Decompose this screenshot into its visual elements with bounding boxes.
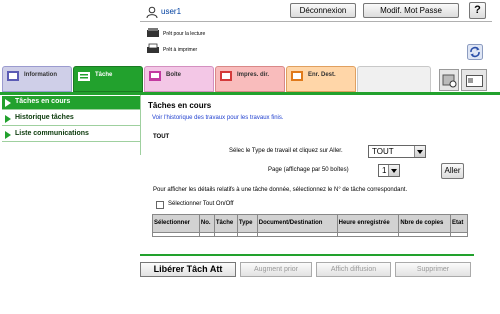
table-header-row: Sélectionner No. Tâche Type Document/Des… [152, 214, 469, 233]
show-diffusion-button[interactable]: Affich diffusion [316, 262, 391, 277]
tab-label: Enr. Dest. [308, 72, 336, 78]
tab-direct-print[interactable]: Impres. dir. [215, 66, 285, 92]
page-value: 1 [382, 166, 387, 175]
arrow-right-icon [5, 99, 11, 107]
tab-label: Information [24, 72, 57, 78]
store-address-icon [291, 71, 303, 81]
page-title: Tâches en cours [148, 101, 212, 110]
select-all-checkbox[interactable] [156, 201, 164, 209]
info-icon [7, 71, 19, 81]
arrow-right-icon [5, 131, 11, 139]
chevron-down-icon [414, 146, 425, 157]
print-status: Prêt à imprimer [163, 47, 198, 53]
scan-status: Prêt pour la lecture [163, 31, 206, 37]
sidebar-item-communication-list[interactable]: Liste communications [2, 128, 140, 142]
select-all-label: Sélectionner Tout On/Off [168, 201, 234, 207]
tab-box[interactable]: Boîte [144, 66, 214, 92]
card-button[interactable] [461, 69, 487, 91]
printer-icon [147, 43, 159, 53]
tab-label: Boîte [166, 72, 181, 78]
direct-print-icon [220, 71, 232, 81]
sidebar-item-current-jobs[interactable]: Tâches en cours [2, 96, 140, 110]
header-divider [140, 21, 492, 22]
col-number: No. [198, 214, 215, 233]
table-row [152, 232, 469, 237]
job-icon [78, 72, 90, 81]
username: user1 [161, 7, 182, 16]
arrow-right-icon [5, 115, 11, 123]
sidebar-item-label: Tâches en cours [15, 98, 71, 105]
job-type-select[interactable]: TOUT [368, 145, 426, 158]
sidebar-item-label: Historique tâches [15, 114, 74, 121]
tab-label: Impres. dir. [237, 72, 270, 78]
sidebar-item-label: Liste communications [15, 130, 89, 137]
sidebar-divider [140, 95, 141, 155]
actions-divider [140, 254, 474, 256]
delete-button[interactable]: Supprimer [395, 262, 471, 277]
scanner-settings-icon [442, 74, 457, 88]
tab-label: Tâche [95, 72, 113, 78]
tab-bar: Information Tâche Boîte Impres. dir. Enr… [0, 66, 500, 92]
raise-priority-button[interactable]: Augment prior [240, 262, 312, 277]
chevron-down-icon [388, 165, 399, 176]
tab-information[interactable]: Information [2, 66, 72, 92]
id-card-icon [466, 75, 483, 87]
details-hint: Pour afficher les détails relatifs à une… [153, 187, 408, 193]
box-icon [149, 71, 161, 81]
job-type-label: Sélec le Type de travail et cliquez sur … [229, 148, 343, 154]
col-select: Sélectionner [152, 214, 200, 233]
col-copies: Nbre de copies [398, 214, 451, 233]
col-type: Type [236, 214, 258, 233]
job-history-link[interactable]: Voir l'historique des travaux pour les t… [152, 115, 284, 121]
go-button[interactable]: Aller [441, 163, 464, 179]
release-held-job-button[interactable]: Libérer Tâch Att [140, 262, 236, 277]
user-icon [146, 6, 158, 18]
col-job: Tâche [213, 214, 238, 233]
logout-button[interactable]: Déconnexion [290, 3, 356, 18]
page-select[interactable]: 1 [378, 164, 400, 177]
tab-spacer [357, 66, 431, 92]
section-title: TOUT [153, 134, 170, 140]
tab-job[interactable]: Tâche [73, 66, 143, 92]
col-status: Etat [449, 214, 469, 233]
page-label: Page (affichage par 50 boîtes) [268, 167, 349, 173]
scan-settings-button[interactable] [439, 69, 459, 91]
tab-underline [0, 92, 500, 95]
col-document: Document/Destination [256, 214, 338, 233]
sidebar-item-job-history[interactable]: Historique tâches [2, 112, 140, 126]
refresh-icon[interactable] [467, 44, 483, 60]
change-password-button[interactable]: Modif. Mot Passe [363, 3, 459, 18]
scanner-icon [147, 28, 159, 37]
col-time: Heure enregistrée [336, 214, 400, 233]
tab-store-address[interactable]: Enr. Dest. [286, 66, 356, 92]
help-button[interactable]: ? [469, 2, 486, 19]
jobs-table: Sélectionner No. Tâche Type Document/Des… [152, 214, 469, 237]
job-type-value: TOUT [372, 147, 394, 156]
